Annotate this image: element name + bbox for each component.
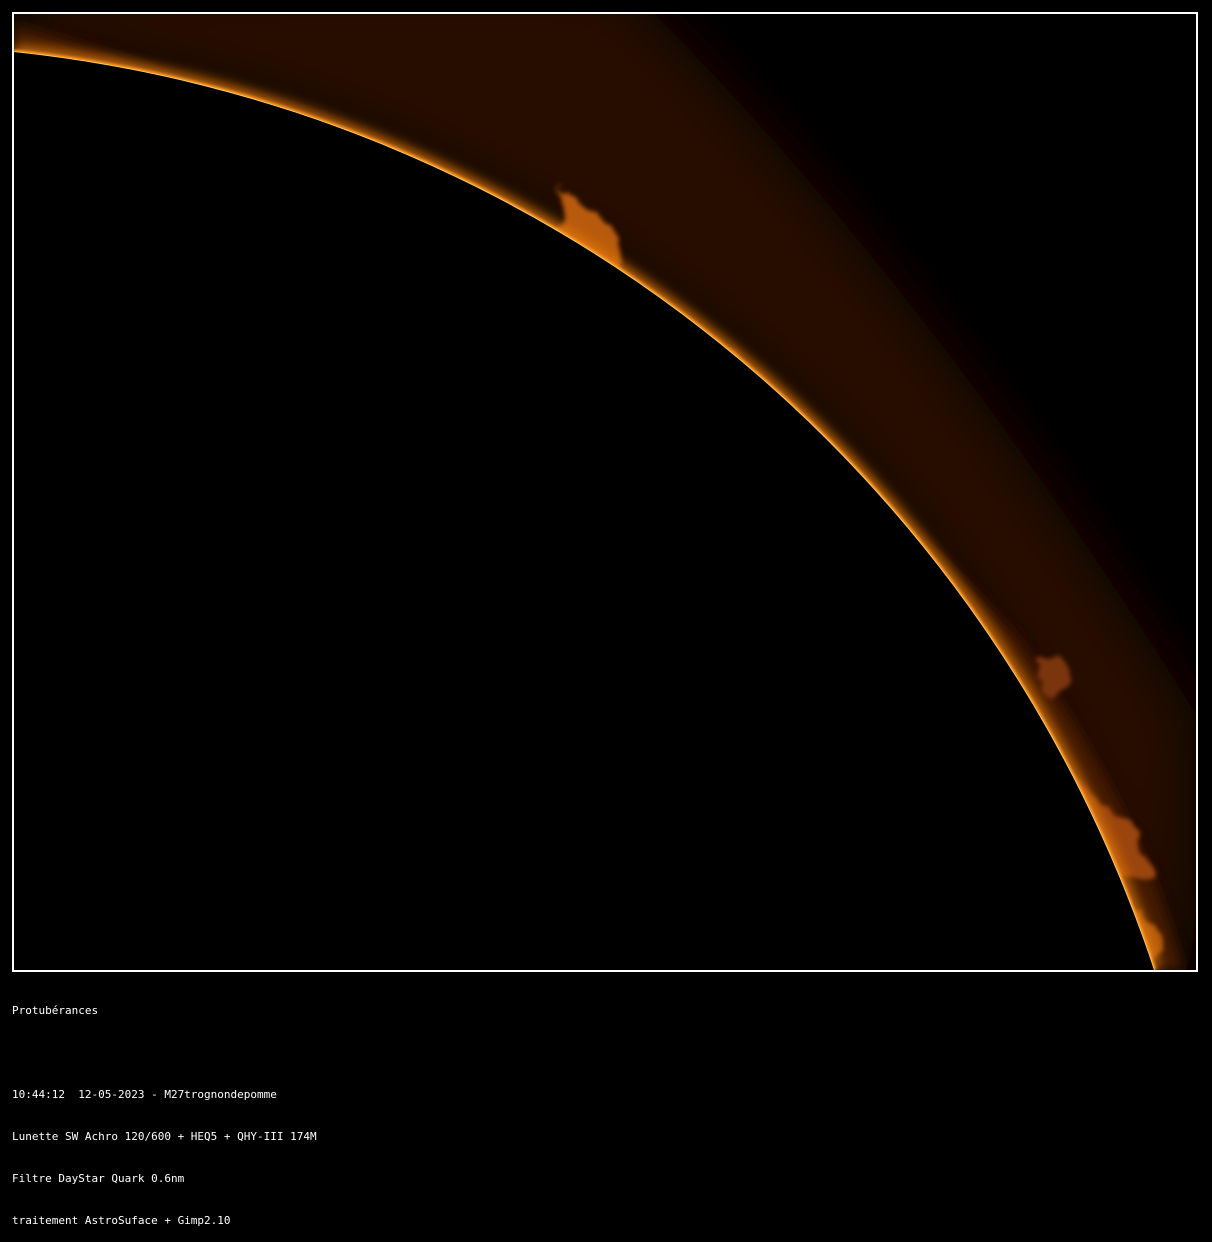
- solar-limb-photo: [14, 14, 1196, 970]
- caption-line-processing: traitement AstroSuface + Gimp2.10: [12, 1214, 231, 1227]
- caption-block: Protubérances 10:44:12 12-05-2023 - M27t…: [12, 976, 1202, 1242]
- caption-line-equipment: Lunette SW Achro 120/600 + HEQ5 + QHY-II…: [12, 1130, 317, 1143]
- caption-line-filter: Filtre DayStar Quark 0.6nm: [12, 1172, 185, 1185]
- photo-frame: [12, 12, 1198, 972]
- caption-line-datetime: 10:44:12 12-05-2023 - M27trognondepomme: [12, 1088, 277, 1101]
- caption-title: Protubérances: [12, 1004, 99, 1017]
